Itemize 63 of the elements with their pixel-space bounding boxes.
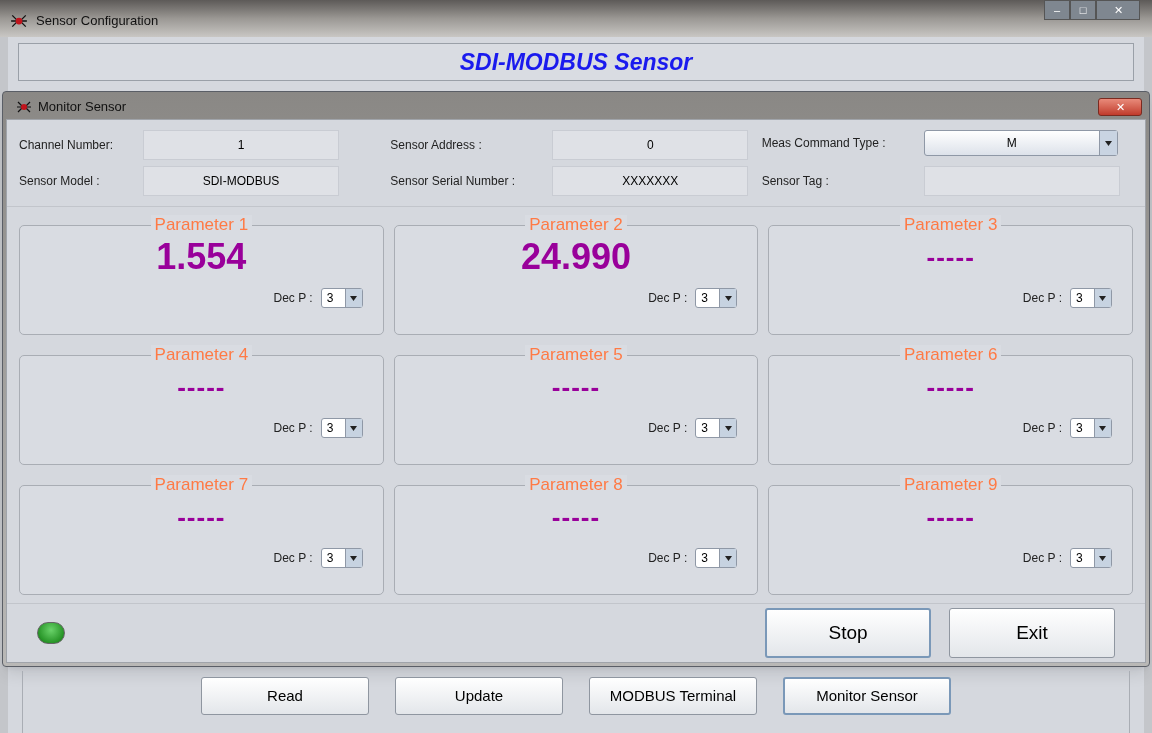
- value-field[interactable]: 1: [143, 130, 339, 160]
- spider-icon: [10, 12, 28, 30]
- decimal-label: Dec P :: [1022, 290, 1062, 307]
- close-button[interactable]: ✕: [1098, 98, 1142, 116]
- field-label: Channel Number:: [19, 137, 115, 154]
- parameter-value: -----: [926, 500, 975, 534]
- dialog-title: Monitor Sensor: [38, 98, 127, 117]
- field-label: Sensor Serial Number :: [390, 173, 517, 190]
- parameter-value: -----: [926, 240, 975, 274]
- caret-icon: [724, 555, 732, 561]
- action-button[interactable]: Exit: [949, 608, 1115, 658]
- decimal-label: Dec P :: [648, 550, 688, 567]
- parameter-value: -----: [551, 370, 601, 404]
- parameter-value: -----: [926, 370, 975, 404]
- action-button[interactable]: Monitor Sensor: [783, 677, 951, 715]
- value-field[interactable]: SDI-MODBUS: [143, 166, 339, 196]
- parameter-value: 1.554: [156, 235, 247, 279]
- action-button[interactable]: Update: [395, 677, 563, 715]
- decimal-label: Dec P :: [648, 290, 688, 307]
- caret-icon: [1099, 555, 1107, 561]
- caret-icon: [1099, 295, 1107, 301]
- field-label: Meas Command Type :: [761, 135, 887, 152]
- decimal-label: Dec P :: [273, 420, 313, 437]
- caret-icon: [350, 555, 358, 561]
- decimal-dropdown[interactable]: 3: [1070, 418, 1112, 438]
- decimal-dropdown[interactable]: 3: [695, 418, 738, 438]
- decimal-dropdown[interactable]: 3: [320, 418, 363, 438]
- action-button[interactable]: MODBUS Terminal: [589, 677, 757, 715]
- command-type-dropdown[interactable]: M: [923, 130, 1118, 156]
- decimal-label: Dec P :: [1022, 550, 1062, 567]
- caret-icon: [350, 295, 358, 301]
- value-field[interactable]: XXXXXXX: [552, 166, 749, 196]
- parameter-value: 24.990: [520, 235, 632, 279]
- spider-icon: [16, 99, 32, 115]
- window-title: Sensor Configuration: [36, 12, 159, 30]
- value-field[interactable]: 0: [552, 130, 749, 160]
- caret-icon: [724, 425, 732, 431]
- caret-icon: [1099, 425, 1107, 431]
- field-label: Sensor Tag :: [761, 173, 830, 190]
- caret-icon: [1104, 140, 1112, 146]
- parameter-value: -----: [551, 500, 601, 534]
- caret-icon: [350, 425, 358, 431]
- caret-icon: [724, 295, 732, 301]
- window-control[interactable]: ✕: [1096, 0, 1140, 20]
- decimal-label: Dec P :: [273, 550, 313, 567]
- window-control[interactable]: □: [1070, 0, 1096, 20]
- action-button[interactable]: Read: [201, 677, 369, 715]
- action-button[interactable]: Stop: [765, 608, 931, 658]
- field-label: Sensor Model :: [19, 173, 101, 190]
- decimal-dropdown[interactable]: 3: [1070, 288, 1112, 308]
- window-control[interactable]: –: [1044, 0, 1070, 20]
- decimal-dropdown[interactable]: 3: [1070, 548, 1112, 568]
- parameter-value: -----: [177, 370, 226, 404]
- field-label: Sensor Address :: [390, 137, 483, 154]
- decimal-label: Dec P :: [1022, 420, 1062, 437]
- decimal-dropdown[interactable]: 3: [320, 288, 363, 308]
- decimal-label: Dec P :: [648, 420, 688, 437]
- decimal-dropdown[interactable]: 3: [320, 548, 363, 568]
- parameter-value: -----: [177, 500, 226, 534]
- header-title: SDI-MODBUS Sensor: [459, 47, 693, 77]
- decimal-dropdown[interactable]: 3: [695, 548, 738, 568]
- decimal-dropdown[interactable]: 3: [695, 288, 738, 308]
- decimal-label: Dec P :: [273, 290, 313, 307]
